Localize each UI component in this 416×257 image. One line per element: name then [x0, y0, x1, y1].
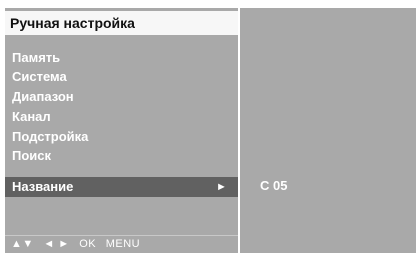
- menu-item-channel[interactable]: Канал: [12, 108, 51, 126]
- menu-item-system[interactable]: Система: [12, 68, 67, 86]
- menu-title: Ручная настройка: [10, 15, 135, 31]
- navigation-hints: ▲▼ ◄ ► OK MENU: [11, 238, 146, 250]
- leftright-arrows-icon: ◄ ►: [43, 238, 70, 250]
- ok-hint: OK: [79, 238, 97, 250]
- submenu-arrow-icon: ►: [216, 181, 227, 193]
- menu-item-search[interactable]: Поиск: [12, 147, 51, 165]
- footer-divider: [5, 235, 238, 236]
- menu-item-fine-tune[interactable]: Подстройка: [12, 128, 88, 146]
- menu-hint: MENU: [105, 238, 141, 250]
- menu-item-memory[interactable]: Память: [12, 49, 60, 67]
- channel-name-value: C 05: [260, 178, 288, 193]
- menu-item-name[interactable]: Название ►: [5, 177, 238, 197]
- menu-item-name-label: Название: [12, 179, 74, 194]
- value-panel: [240, 8, 416, 253]
- updown-arrows-icon: ▲▼: [11, 238, 34, 250]
- menu-item-band[interactable]: Диапазон: [12, 88, 74, 106]
